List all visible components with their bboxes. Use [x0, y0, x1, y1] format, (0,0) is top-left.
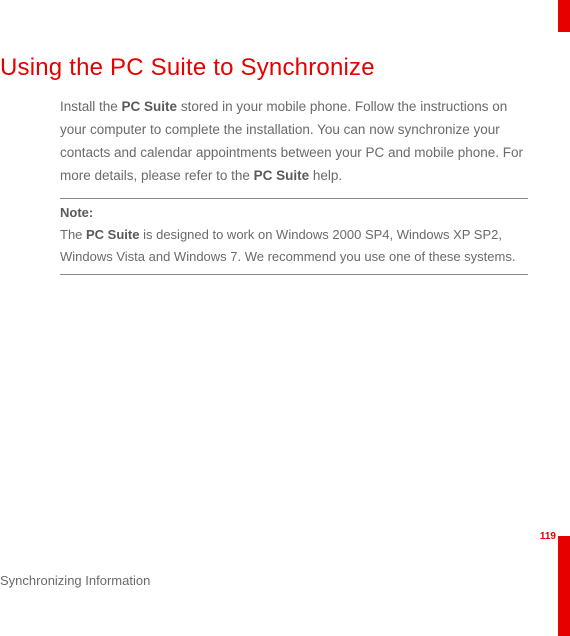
note-label: Note:	[60, 205, 528, 220]
section-heading: Using the PC Suite to Synchronize	[0, 54, 546, 82]
tab-marker-bottom	[558, 536, 570, 636]
body-text-segment: help.	[309, 168, 342, 183]
tab-marker-top	[558, 0, 570, 32]
note-text: The PC Suite is designed to work on Wind…	[60, 224, 528, 268]
note-text-bold: PC Suite	[86, 227, 139, 242]
note-block: Note: The PC Suite is designed to work o…	[60, 198, 528, 275]
page-content: Using the PC Suite to Synchronize Instal…	[0, 0, 570, 275]
body-text-segment: Install the	[60, 99, 122, 114]
body-text-bold: PC Suite	[254, 168, 310, 183]
body-paragraph: Install the PC Suite stored in your mobi…	[60, 96, 528, 188]
body-text-bold: PC Suite	[122, 99, 178, 114]
body-wrap: Install the PC Suite stored in your mobi…	[0, 96, 546, 275]
footer-section-name: Synchronizing Information	[0, 573, 150, 588]
note-text-segment: The	[60, 227, 86, 242]
page-number: 119	[540, 531, 556, 542]
